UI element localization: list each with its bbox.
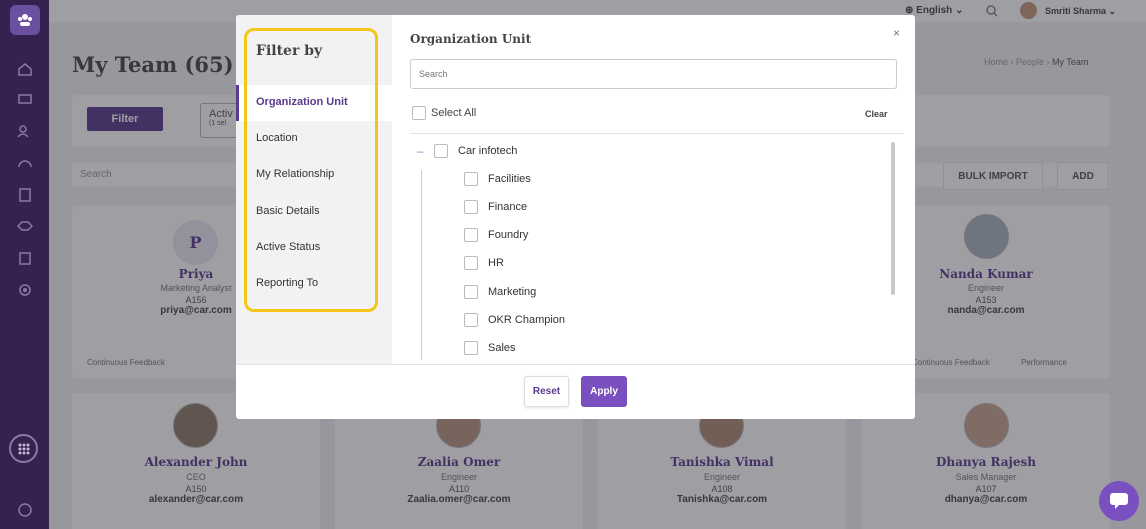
child-label: Facilities <box>488 173 531 185</box>
select-all-checkbox[interactable] <box>412 106 426 120</box>
gauge-icon[interactable] <box>17 155 33 171</box>
filter-by-title: Filter by <box>256 43 323 59</box>
filter-sidebar: Filter by Organization Unit Location My … <box>236 15 392 364</box>
tree-node-child[interactable]: Facilities <box>464 172 531 186</box>
filter-category-active-status[interactable]: Active Status <box>236 230 392 266</box>
clipboard-icon[interactable] <box>17 250 33 266</box>
tree-scrollbar[interactable] <box>891 142 895 295</box>
tree-node-child[interactable]: HR <box>464 256 504 270</box>
people-icon[interactable] <box>17 123 33 139</box>
apply-button[interactable]: Apply <box>581 376 627 407</box>
reset-button[interactable]: Reset <box>524 376 569 407</box>
select-all-row[interactable]: Select All <box>412 106 476 120</box>
child-checkbox[interactable] <box>464 313 478 327</box>
content-title: Organization Unit <box>410 32 532 46</box>
tree-node-child[interactable]: OKR Champion <box>464 313 565 327</box>
document-icon[interactable] <box>17 187 33 203</box>
org-unit-search-field[interactable] <box>410 59 897 89</box>
child-label: Foundry <box>488 229 529 241</box>
home-icon[interactable] <box>17 61 33 77</box>
tree-node-child[interactable]: Finance <box>464 200 527 214</box>
filter-category-location[interactable]: Location <box>236 121 392 157</box>
close-icon[interactable]: × <box>893 26 900 40</box>
chat-icon[interactable] <box>1099 481 1139 521</box>
footer-divider <box>236 364 915 365</box>
app-logo-icon[interactable] <box>10 5 40 35</box>
filter-category-basic-details[interactable]: Basic Details <box>236 194 392 230</box>
filter-category-organization-unit[interactable]: Organization Unit <box>236 85 392 121</box>
child-label: Marketing <box>488 286 537 298</box>
child-checkbox[interactable] <box>464 341 478 355</box>
info-icon[interactable] <box>17 502 33 518</box>
child-checkbox[interactable] <box>464 172 478 186</box>
select-all-label: Select All <box>431 107 477 119</box>
tree-parent-checkbox[interactable] <box>434 144 448 158</box>
monitor-icon[interactable] <box>17 92 33 108</box>
filter-category-my-relationship[interactable]: My Relationship <box>236 157 392 193</box>
tree-connector <box>421 170 422 360</box>
child-checkbox[interactable] <box>464 228 478 242</box>
filter-category-reporting-to[interactable]: Reporting To <box>236 266 392 302</box>
settings-icon[interactable] <box>17 282 33 298</box>
org-unit-search-input[interactable] <box>411 60 896 88</box>
tree-node-child[interactable]: Sales <box>464 341 516 355</box>
tree-node-child[interactable]: Marketing <box>464 285 536 299</box>
left-nav-rail <box>0 0 49 529</box>
divider <box>410 133 904 134</box>
child-label: HR <box>488 257 504 269</box>
child-label: OKR Champion <box>488 314 566 326</box>
child-label: Sales <box>488 342 516 354</box>
child-checkbox[interactable] <box>464 285 478 299</box>
child-checkbox[interactable] <box>464 200 478 214</box>
tree-node-child[interactable]: Foundry <box>464 228 528 242</box>
handshake-icon[interactable] <box>16 218 34 234</box>
child-checkbox[interactable] <box>464 256 478 270</box>
collapse-minus-icon[interactable]: – <box>417 144 424 158</box>
child-label: Finance <box>488 201 528 213</box>
filter-modal: Filter by Organization Unit Location My … <box>236 15 915 419</box>
apps-grid-icon[interactable] <box>9 434 38 463</box>
tree-parent-label: Car infotech <box>458 145 518 157</box>
clear-button[interactable]: Clear <box>865 109 888 119</box>
tree-node-parent[interactable]: Car infotech <box>434 144 517 158</box>
